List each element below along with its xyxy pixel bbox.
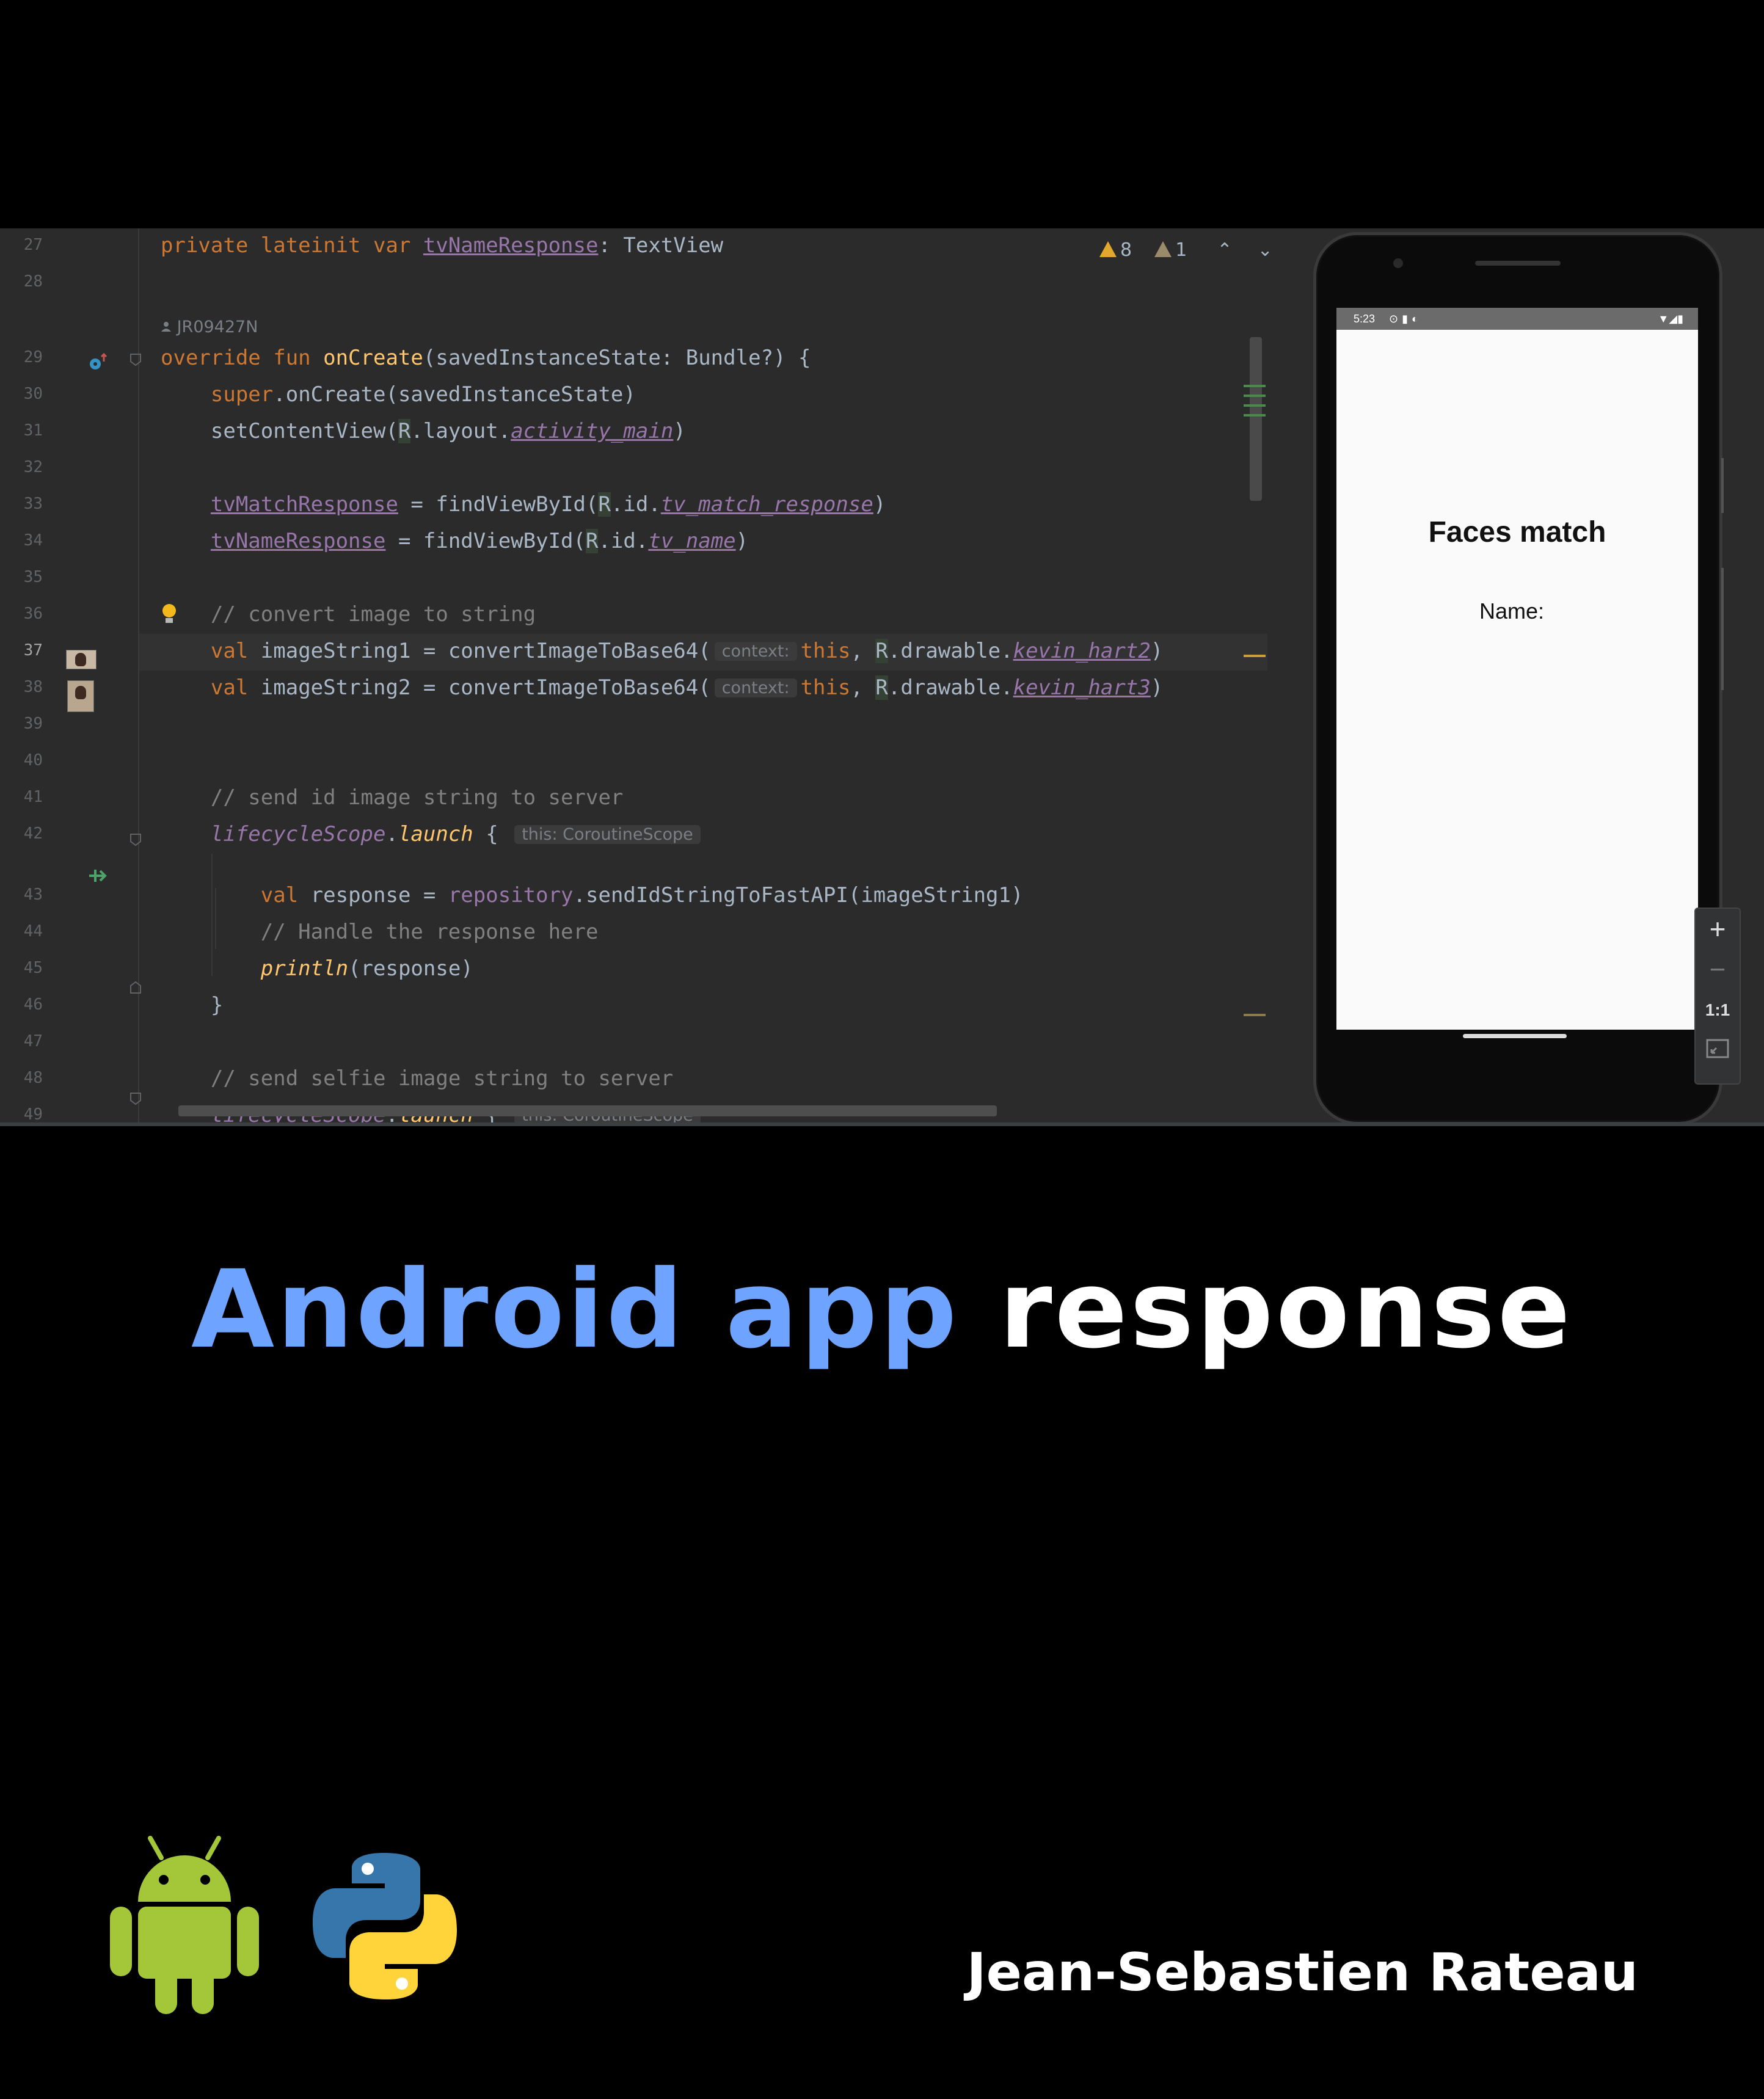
line-number: 47 (23, 1032, 43, 1050)
code-text: tvNameResponse = findViewById(R.id.tv_na… (210, 529, 749, 553)
headline-highlight: Android app (191, 1247, 960, 1372)
line-number: 34 (23, 531, 43, 550)
home-indicator[interactable] (1463, 1034, 1567, 1038)
line-number: 27 (23, 236, 43, 254)
code-line[interactable]: 37 val imageString1 = convertImageToBase… (0, 634, 1267, 671)
code-line[interactable]: 46 } (0, 988, 1267, 1025)
lambda-receiver-hint: this: CoroutineScope (514, 825, 701, 844)
code-text: override fun onCreate(savedInstanceState… (161, 346, 811, 370)
code-line[interactable]: 45 println(response) (0, 951, 1267, 988)
code-text: tvMatchResponse = findViewById(R.id.tv_m… (210, 492, 886, 517)
line-number: 36 (23, 605, 43, 623)
line-number: 41 (23, 788, 43, 806)
code-line[interactable]: 36 // convert image to string (0, 597, 1267, 634)
code-line[interactable]: 40 (0, 744, 1267, 780)
zoom-actual-size-button[interactable]: 1:1 (1696, 1000, 1740, 1020)
name-label: Name: (1479, 598, 1545, 624)
line-number: 39 (23, 715, 43, 733)
zoom-out-button[interactable]: − (1696, 953, 1740, 986)
line-number: 46 (23, 995, 43, 1014)
zoom-controls: + − 1:1 (1694, 908, 1741, 1085)
code-line[interactable]: 33 tvMatchResponse = findViewById(R.id.t… (0, 487, 1267, 524)
ide-bottom-border (0, 1122, 1764, 1126)
line-number: 32 (23, 458, 43, 476)
code-text: lifecycleScope.launch { this: CoroutineS… (161, 822, 704, 846)
code-line[interactable]: 30 super.onCreate(savedInstanceState) (0, 377, 1267, 414)
phone-side-button (1721, 458, 1724, 513)
code-line[interactable]: 41 // send id image string to server (0, 780, 1267, 817)
author-name: JR09427N (177, 318, 258, 336)
line-number: 40 (23, 751, 43, 769)
line-number: 29 (23, 348, 43, 366)
code-line[interactable]: 48 // send selfie image string to server (0, 1061, 1267, 1098)
code-comment: // send id image string to server (161, 785, 624, 810)
code-text: // Handle the response here (260, 920, 599, 944)
faces-match-title: Faces match (1428, 516, 1606, 548)
code-text: val imageString1 = convertImageToBase64(… (210, 639, 1164, 663)
line-number: 37 (23, 641, 43, 660)
code-text: // send selfie image string to server (210, 1066, 674, 1091)
line-number: 43 (23, 886, 43, 904)
code-line[interactable]: 38 val imageString2 = convertImageToBase… (0, 671, 1267, 707)
line-number: 35 (23, 568, 43, 586)
python-logo (313, 1853, 457, 1999)
person-icon (161, 322, 171, 332)
code-text: } (161, 993, 224, 1017)
code-author-hint[interactable]: JR09427N (161, 318, 258, 336)
code-text: private lateinit var tvNameResponse: Tex… (161, 233, 724, 258)
zoom-fit-button[interactable] (1696, 1038, 1740, 1062)
code-editor[interactable]: 27 private lateinit var tvNameResponse: … (0, 228, 1267, 1126)
code-line[interactable]: 31 setContentView(R.layout.activity_main… (0, 414, 1267, 451)
code-line[interactable]: 27 private lateinit var tvNameResponse: … (0, 228, 1267, 265)
code-text: println(response) (260, 956, 473, 981)
parameter-hint: context: (714, 678, 797, 697)
status-bar: 5:23 ⊙▮◐ ▼◢▮ (1336, 308, 1698, 330)
code-line[interactable]: 43 val response = repository.sendIdStrin… (0, 878, 1267, 915)
code-comment: // convert image to string (161, 602, 536, 627)
speaker-grille (1475, 261, 1561, 266)
code-line[interactable]: 35 (0, 561, 1267, 597)
code-text: val imageString2 = convertImageToBase64(… (210, 675, 1164, 700)
line-number: 30 (23, 385, 43, 403)
parameter-hint: context: (714, 642, 797, 661)
line-number: 33 (23, 495, 43, 513)
line-number: 38 (23, 678, 43, 696)
code-line[interactable]: 47 (0, 1025, 1267, 1061)
status-time: 5:23 (1354, 313, 1376, 325)
camera-icon (1393, 258, 1403, 268)
code-text: val response = repository.sendIdStringTo… (260, 883, 1024, 908)
code-line[interactable]: 44 // Handle the response here (0, 915, 1267, 951)
notification-icons: ⊙▮◐ (1389, 313, 1422, 325)
code-line[interactable]: 42 lifecycleScope.launch { this: Corouti… (0, 817, 1267, 854)
line-number: 28 (23, 272, 43, 291)
line-number: 44 (23, 922, 43, 940)
code-line[interactable]: 29 override fun onCreate(savedInstanceSt… (0, 341, 1267, 377)
code-line[interactable]: 34 tvNameResponse = findViewById(R.id.tv… (0, 524, 1267, 561)
signal-battery-icon: ▼◢▮ (1658, 313, 1683, 325)
code-text: super.onCreate(savedInstanceState) (210, 382, 636, 407)
code-line[interactable]: 28 (0, 265, 1267, 302)
line-number: 31 (23, 421, 43, 440)
author-byline: Jean-Sebastien Rateau (966, 1942, 1638, 2003)
fit-screen-icon (1706, 1039, 1729, 1058)
line-number: 45 (23, 959, 43, 977)
code-line[interactable]: 32 (0, 451, 1267, 487)
line-number: 49 (23, 1105, 43, 1124)
android-logo (110, 1836, 259, 2014)
code-text: setContentView(R.layout.activity_main) (161, 419, 686, 443)
phone-frame: 5:23 ⊙▮◐ ▼◢▮ Faces match Name: (1313, 232, 1722, 1125)
phone-side-button (1721, 568, 1724, 690)
code-line[interactable]: 39 (0, 707, 1267, 744)
headline: Android app response (0, 1247, 1764, 1372)
zoom-in-button[interactable]: + (1696, 912, 1740, 945)
line-number: 42 (23, 824, 43, 843)
headline-rest: response (999, 1247, 1573, 1372)
phone-screen[interactable]: 5:23 ⊙▮◐ ▼◢▮ Faces match Name: (1336, 308, 1698, 1030)
line-number: 48 (23, 1069, 43, 1087)
